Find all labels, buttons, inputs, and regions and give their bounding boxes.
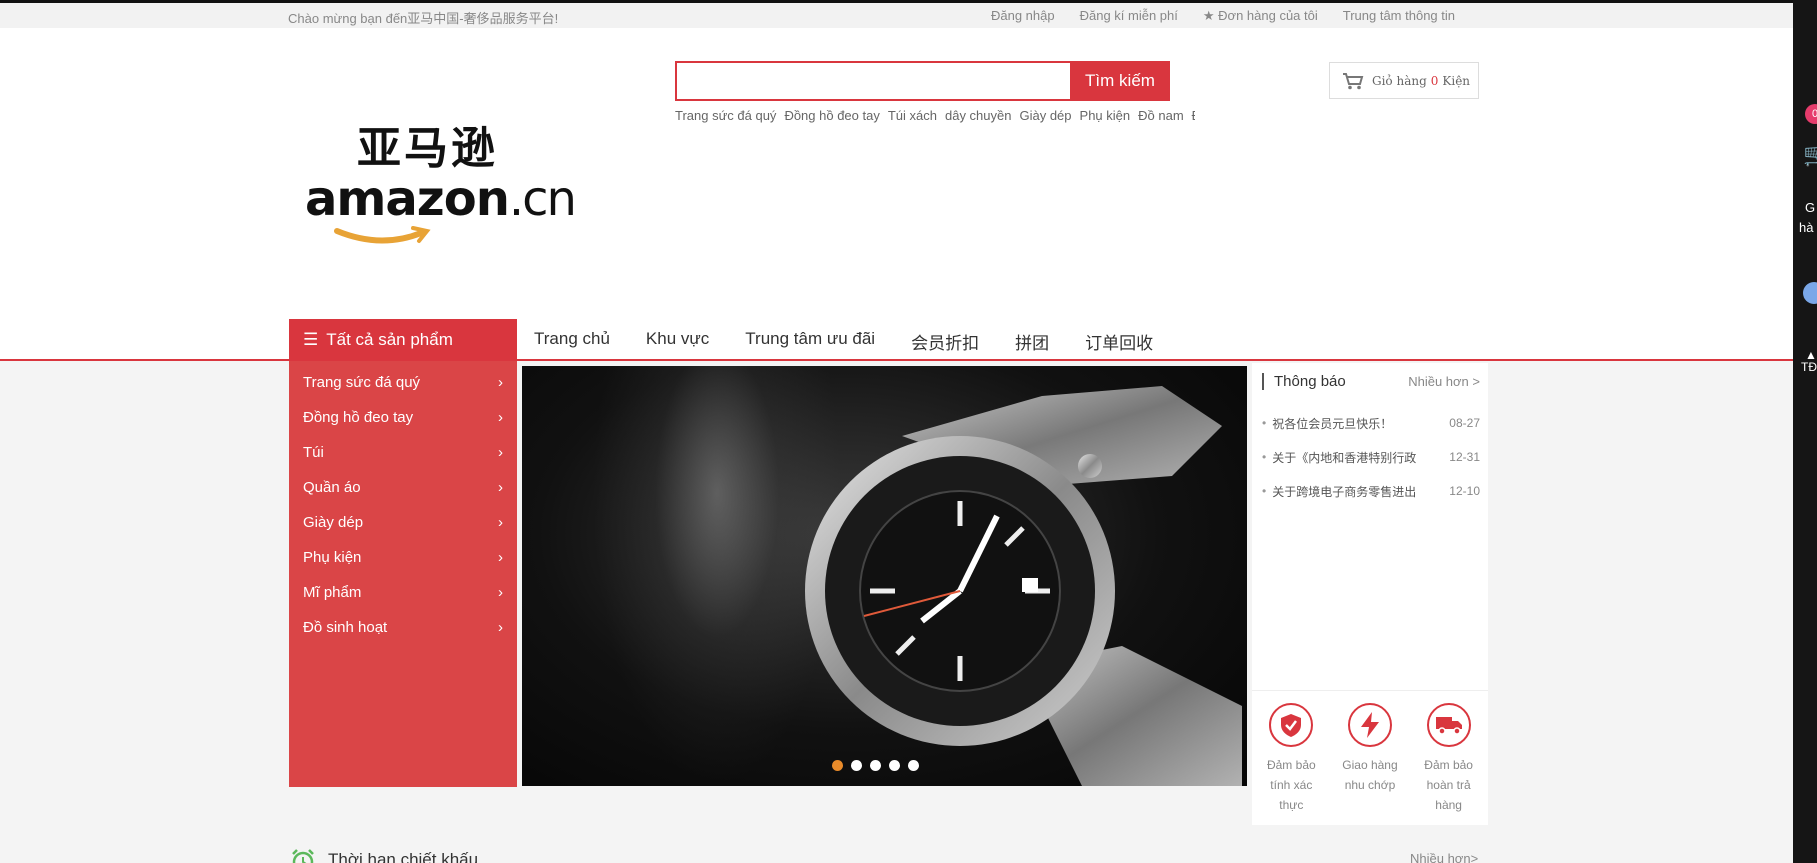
slider-dot[interactable] bbox=[870, 760, 881, 771]
category-item[interactable]: Trang sức đá quý › bbox=[289, 365, 517, 400]
alarm-clock-icon bbox=[292, 849, 314, 863]
cart-unit: Kiện bbox=[1442, 73, 1471, 88]
hotword-link[interactable]: Đồ nam bbox=[1138, 108, 1184, 128]
slider-dot[interactable] bbox=[851, 760, 862, 771]
header: 亚马逊 amazon.cn Tìm kiếm Trang sức đá quý … bbox=[0, 28, 1793, 361]
menu-icon: ☰ bbox=[303, 330, 319, 349]
banner-slider[interactable] bbox=[522, 366, 1247, 786]
all-products-button[interactable]: ☰ Tất cả sản phẩm bbox=[289, 319, 517, 361]
nav-deals[interactable]: Trung tâm ưu đãi bbox=[745, 329, 875, 354]
category-item[interactable]: Quần áo › bbox=[289, 470, 517, 505]
nav-home[interactable]: Trang chủ bbox=[534, 329, 610, 354]
notice-more-link[interactable]: Nhiều hơn > bbox=[1408, 374, 1480, 389]
service-fast-delivery[interactable]: Giao hàng nhu chớp bbox=[1337, 703, 1403, 825]
cart-icon bbox=[1343, 72, 1364, 89]
notice-item[interactable]: • 关于《内地和香港特别行政 12-31 bbox=[1262, 440, 1480, 474]
hotword-link[interactable]: Trang sức đá quý bbox=[675, 108, 776, 128]
category-item[interactable]: Đồ sinh hoạt › bbox=[289, 610, 517, 645]
discount-section-title: Thời hạn chiết khấu bbox=[290, 847, 478, 863]
category-menu: Trang sức đá quý › Đồng hồ đeo tay › Túi › … bbox=[289, 361, 517, 787]
cart-icon[interactable]: 🛒 bbox=[1803, 142, 1817, 168]
chevron-right-icon: › bbox=[498, 444, 503, 461]
nav-order-recycle[interactable]: 订单回收 bbox=[1085, 329, 1153, 354]
category-item[interactable]: Phụ kiện › bbox=[289, 540, 517, 575]
logo-en-text: amazon.cn bbox=[305, 171, 577, 227]
chevron-right-icon: › bbox=[498, 409, 503, 426]
chevron-right-icon: › bbox=[498, 549, 503, 566]
search-box: Tìm kiếm bbox=[675, 61, 1170, 101]
notice-panel: Thông báo Nhiều hơn > • 祝各位会员元旦快乐！ 08-27 … bbox=[1252, 363, 1488, 825]
register-link[interactable]: Đăng kí miễn phí bbox=[1080, 8, 1178, 24]
watch-image bbox=[805, 386, 1242, 786]
category-item[interactable]: Đồng hồ đeo tay › bbox=[289, 400, 517, 435]
discount-more-link[interactable]: Nhiều hơn> bbox=[1410, 851, 1478, 863]
right-toolbar: 0 🛒 G hà ▲ TĐ bbox=[1793, 0, 1817, 863]
top-links: Đăng nhập Đăng kí miễn phí ★ Đơn hàng củ… bbox=[991, 8, 1455, 24]
toolbar-td-label: TĐ bbox=[1801, 360, 1817, 374]
slider-dot[interactable] bbox=[908, 760, 919, 771]
toolbar-cart-label: G bbox=[1805, 200, 1816, 215]
truck-icon bbox=[1435, 717, 1462, 735]
cart-button[interactable]: Giỏ hàng 0 Kiện bbox=[1329, 62, 1479, 99]
main-nav: Trang chủ Khu vực Trung tâm ưu đãi 会员折扣 … bbox=[534, 329, 1153, 354]
logo-cn-text: 亚马逊 bbox=[357, 123, 498, 174]
slider-dot[interactable] bbox=[832, 760, 843, 771]
service-badges: Đảm bảo tính xác thực Giao hàng nhu chớp Đả… bbox=[1252, 690, 1488, 825]
notice-list: • 祝各位会员元旦快乐！ 08-27 • 关于《内地和香港特别行政 12-31 • 关… bbox=[1262, 406, 1480, 508]
smile-arrow-icon bbox=[334, 226, 431, 244]
chevron-right-icon: › bbox=[498, 374, 503, 391]
category-item[interactable]: Túi › bbox=[289, 435, 517, 470]
service-return[interactable]: Đảm bảo hoàn trả hàng bbox=[1416, 703, 1482, 825]
hotword-link[interactable]: Đồng hồ đeo tay bbox=[784, 108, 879, 128]
all-products-label: Tất cả sản phẩm bbox=[326, 330, 453, 349]
user-icon[interactable] bbox=[1803, 282, 1817, 304]
lightning-icon bbox=[1360, 712, 1379, 738]
chevron-right-icon: › bbox=[498, 584, 503, 601]
hotword-link[interactable]: dây chuyền bbox=[945, 108, 1012, 128]
chevron-right-icon: › bbox=[498, 514, 503, 531]
login-link[interactable]: Đăng nhập bbox=[991, 8, 1055, 24]
search-button[interactable]: Tìm kiếm bbox=[1070, 61, 1170, 101]
shield-check-icon bbox=[1281, 714, 1302, 737]
welcome-text: Chào mừng bạn đến亚马中国-奢侈品服务平台! bbox=[288, 11, 559, 26]
slider-dot[interactable] bbox=[889, 760, 900, 771]
hot-keywords: Trang sức đá quý Đồng hồ đeo tay Túi xác… bbox=[675, 108, 1195, 128]
nav-member-discount[interactable]: 会员折扣 bbox=[911, 329, 979, 354]
cart-label: Giỏ hàng bbox=[1372, 73, 1427, 88]
toolbar-cart-label-2: hà bbox=[1799, 220, 1814, 235]
service-authentic[interactable]: Đảm bảo tính xác thực bbox=[1258, 703, 1324, 825]
search-input[interactable] bbox=[675, 61, 1070, 101]
notice-header: Thông báo Nhiều hơn > bbox=[1262, 373, 1480, 390]
category-item[interactable]: Mĩ phẩm › bbox=[289, 575, 517, 610]
notice-title: Thông báo bbox=[1262, 373, 1346, 390]
top-bar: Chào mừng bạn đến亚马中国-奢侈品服务平台! Đăng nhập… bbox=[0, 0, 1793, 28]
chevron-right-icon: › bbox=[498, 479, 503, 496]
notice-item[interactable]: • 祝各位会员元旦快乐！ 08-27 bbox=[1262, 406, 1480, 440]
hotword-link[interactable]: Phụ kiện bbox=[1080, 108, 1131, 128]
cart-count-badge: 0 bbox=[1805, 104, 1817, 124]
category-item[interactable]: Giày dép › bbox=[289, 505, 517, 540]
hotword-link[interactable]: Đồ bbox=[1192, 108, 1195, 128]
info-center-link[interactable]: Trung tâm thông tin bbox=[1343, 8, 1455, 24]
slider-dots bbox=[832, 760, 919, 771]
hotword-link[interactable]: Túi xách bbox=[888, 108, 937, 128]
chevron-right-icon: › bbox=[498, 619, 503, 636]
notice-item[interactable]: • 关于跨境电子商务零售进出 12-10 bbox=[1262, 474, 1480, 508]
hotword-link[interactable]: Giày dép bbox=[1019, 108, 1071, 128]
amazon-logo[interactable]: 亚马逊 amazon.cn bbox=[305, 123, 577, 258]
cart-count: 0 bbox=[1430, 73, 1439, 88]
my-orders-link[interactable]: ★ Đơn hàng của tôi bbox=[1203, 8, 1318, 24]
nav-region[interactable]: Khu vực bbox=[646, 329, 709, 354]
nav-group-buy[interactable]: 拼团 bbox=[1015, 329, 1049, 354]
